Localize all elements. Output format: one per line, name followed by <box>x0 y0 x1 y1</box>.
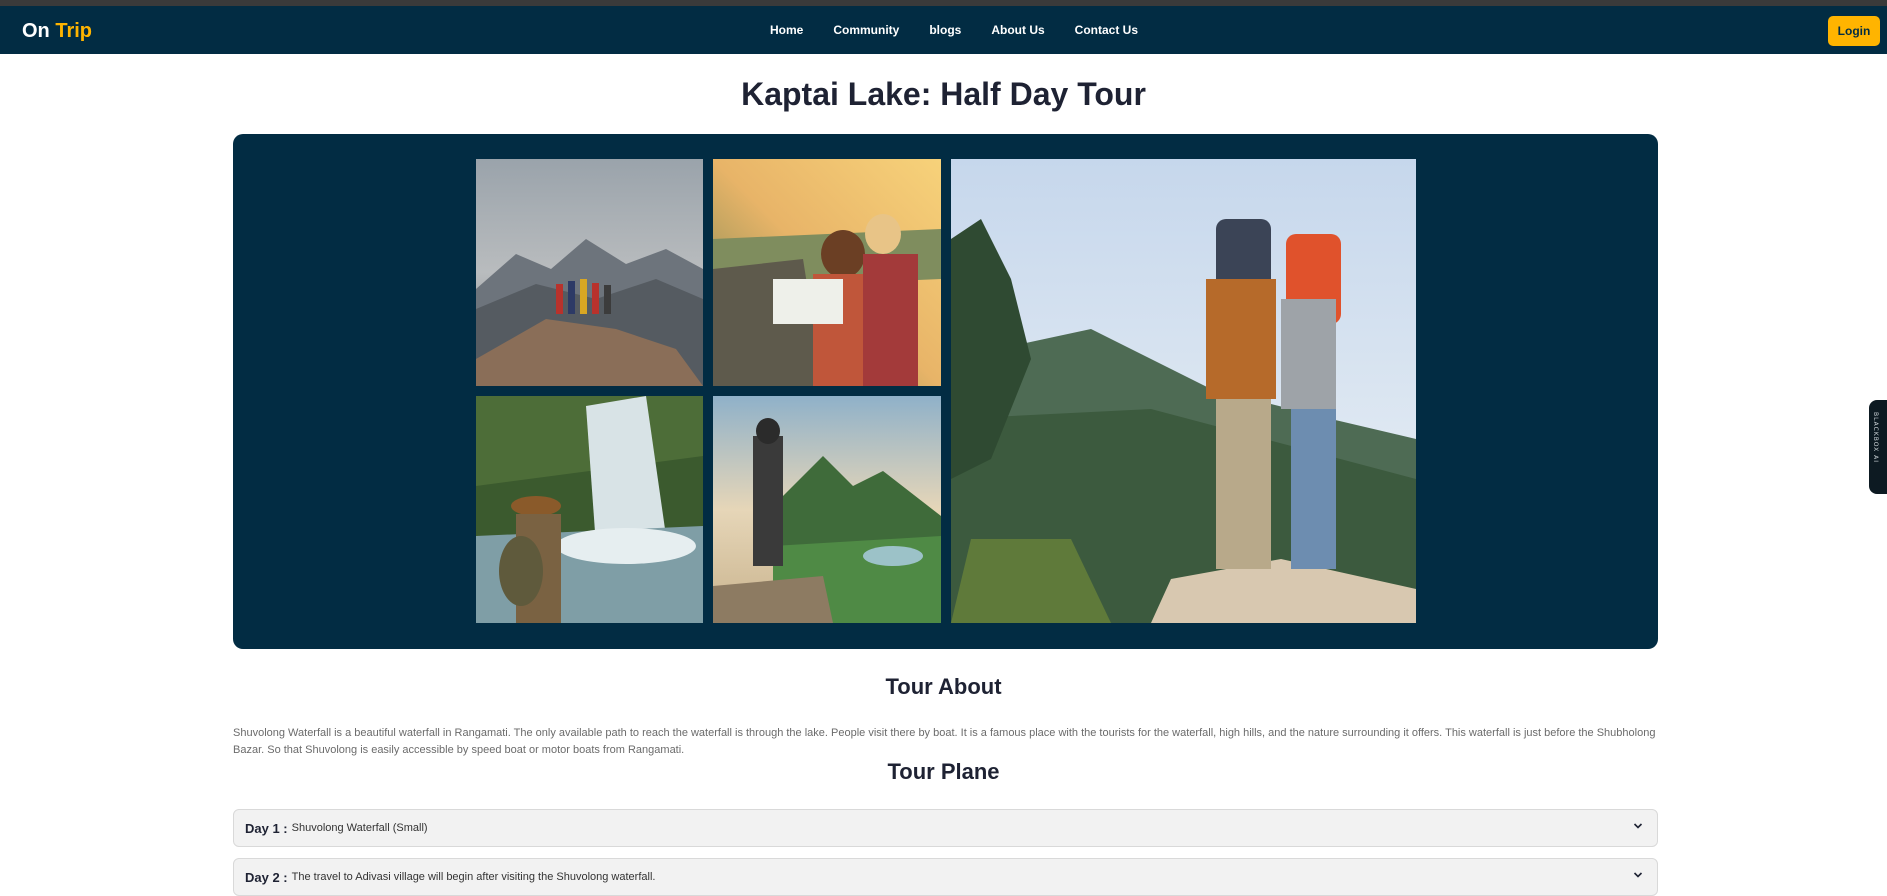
tour-plan-day-1[interactable]: Day 1 : Shuvolong Waterfall (Small) <box>233 809 1658 847</box>
gallery-image-backpackers[interactable] <box>951 159 1416 623</box>
brand-logo[interactable]: On Trip <box>22 20 92 43</box>
chevron-down-icon <box>1633 823 1643 829</box>
page-title: Kaptai Lake: Half Day Tour <box>741 76 1146 112</box>
side-widget-label: BLACKBOX AI <box>1872 412 1879 463</box>
login-button[interactable]: Login <box>1828 16 1880 46</box>
brand-name-part1: On <box>22 20 50 42</box>
nav-home[interactable]: Home <box>770 23 803 37</box>
gallery-image-photographer[interactable] <box>713 396 941 623</box>
nav-links: Home Community blogs About Us Contact Us <box>770 23 1168 37</box>
day-description: Shuvolong Waterfall (Small) <box>291 822 428 834</box>
chevron-down-icon <box>1633 872 1643 878</box>
day-label: Day 2 : <box>245 869 288 885</box>
top-navbar: On Trip Home Community blogs About Us Co… <box>0 6 1887 54</box>
nav-community[interactable]: Community <box>833 23 899 37</box>
day-description: The travel to Adivasi village will begin… <box>291 871 656 883</box>
day-label: Day 1 : <box>245 820 288 836</box>
nav-contact-us[interactable]: Contact Us <box>1075 23 1138 37</box>
tour-plan-heading: Tour Plane <box>887 759 1000 784</box>
nav-about-us[interactable]: About Us <box>991 23 1044 37</box>
nav-blogs[interactable]: blogs <box>929 23 961 37</box>
tour-plan-day-2[interactable]: Day 2 : The travel to Adivasi village wi… <box>233 858 1658 896</box>
gallery-image-map-reading[interactable] <box>713 159 941 386</box>
tour-about-heading: Tour About <box>885 674 1002 699</box>
gallery-image-mountain-group[interactable] <box>476 159 703 386</box>
brand-name-part2: Trip <box>55 20 93 42</box>
tour-about-text: Shuvolong Waterfall is a beautiful water… <box>233 727 1656 756</box>
side-widget-tab[interactable]: BLACKBOX AI <box>1869 400 1887 494</box>
photo-gallery <box>233 134 1658 649</box>
gallery-image-waterfall[interactable] <box>476 396 703 623</box>
